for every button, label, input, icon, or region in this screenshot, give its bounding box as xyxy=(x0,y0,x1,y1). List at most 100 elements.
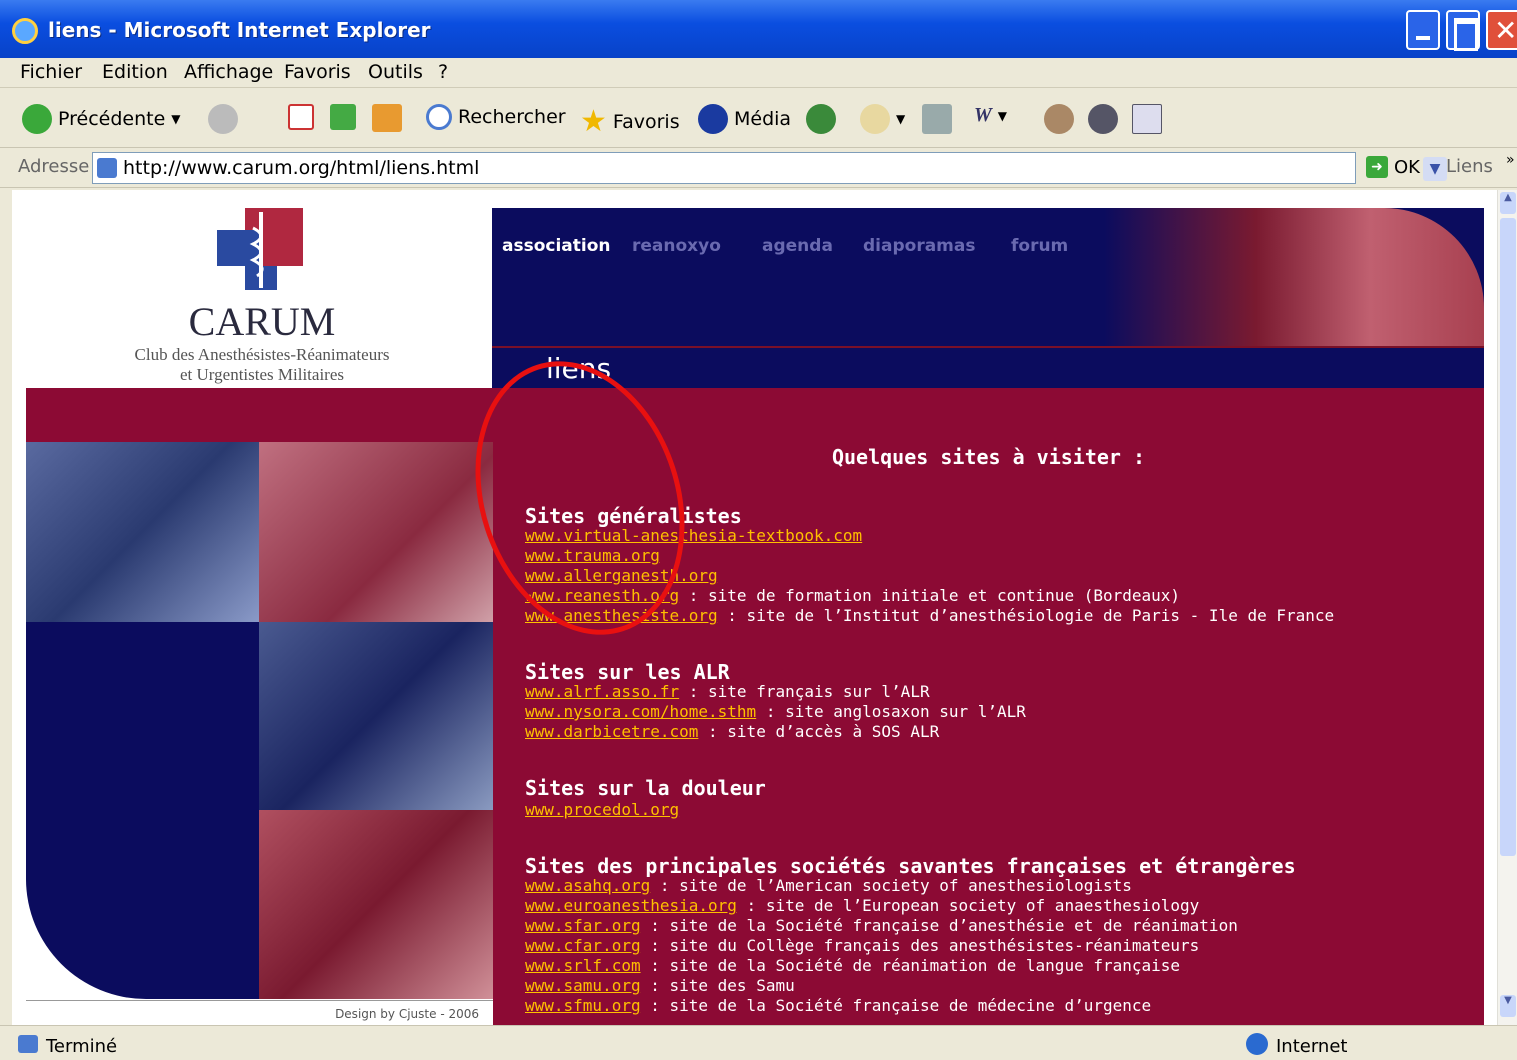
link[interactable]: www.asahq.org xyxy=(525,876,650,895)
page-icon xyxy=(18,1035,38,1053)
stop-button[interactable] xyxy=(288,104,314,130)
photo-rescue-team xyxy=(259,442,493,622)
photo-ventilation xyxy=(259,622,493,810)
edit-button[interactable]: W ▼ xyxy=(974,104,1007,127)
list-item: www.asahq.org : site de l’American socie… xyxy=(525,876,1132,895)
go-button[interactable]: ➜ OK xyxy=(1366,156,1420,178)
section-title: Sites sur la douleur xyxy=(525,776,766,800)
web-page: CARUM Club des Anesthésistes-Réanimateur… xyxy=(12,190,1497,1025)
globe-icon xyxy=(1246,1033,1268,1055)
print-icon xyxy=(922,104,952,134)
nav-reanoxyo[interactable]: reanoxyo xyxy=(632,236,721,256)
ie-logo-icon xyxy=(12,18,38,44)
star-icon: ★ xyxy=(580,104,607,139)
list-item: www.alrf.asso.fr : site français sur l’A… xyxy=(525,682,930,701)
list-item: www.procedol.org xyxy=(525,800,679,819)
minimize-button[interactable] xyxy=(1406,10,1440,50)
page-heading-bar: liens xyxy=(492,346,1484,388)
refresh-button[interactable] xyxy=(330,104,356,130)
link[interactable]: www.darbicetre.com xyxy=(525,722,698,741)
standard-toolbar: Précédente ▼ Rechercher ★ Favoris Média ▼… xyxy=(0,88,1517,148)
list-item: www.srlf.com : site de la Société de réa… xyxy=(525,956,1181,975)
discuss-icon xyxy=(1044,104,1074,134)
messenger-button[interactable] xyxy=(1088,104,1118,134)
media-icon xyxy=(698,104,728,134)
status-text: Terminé xyxy=(46,1036,118,1057)
brand-subtitle: Club des Anesthésistes-Réanimateurs et U… xyxy=(134,345,390,384)
nav-association[interactable]: association xyxy=(502,236,611,256)
menu-fichier[interactable]: Fichier xyxy=(20,61,82,83)
list-item: www.euroanesthesia.org : site de l’Europ… xyxy=(525,896,1200,915)
nav-diaporamas[interactable]: diaporamas xyxy=(863,236,975,256)
home-button[interactable] xyxy=(372,104,402,132)
link[interactable]: www.sfar.org xyxy=(525,916,641,935)
list-item: www.samu.org : site des Samu xyxy=(525,976,795,995)
menu-favoris[interactable]: Favoris xyxy=(284,61,351,83)
nav-forum[interactable]: forum xyxy=(1011,236,1068,256)
calc-button[interactable] xyxy=(1132,104,1162,134)
vertical-scrollbar[interactable]: ▲ ▼ xyxy=(1497,190,1517,1025)
link[interactable]: www.sfmu.org xyxy=(525,996,641,1015)
link[interactable]: www.srlf.com xyxy=(525,956,641,975)
surgeons-photo xyxy=(1104,208,1484,346)
menu-outils[interactable]: Outils xyxy=(368,61,423,83)
header-band xyxy=(26,388,1484,442)
scroll-up-icon[interactable]: ▲ xyxy=(1500,192,1516,214)
address-label: Adresse xyxy=(18,156,90,177)
media-button[interactable]: Média xyxy=(698,104,791,134)
search-button[interactable]: Rechercher xyxy=(426,104,566,130)
go-arrow-icon: ➜ xyxy=(1366,156,1388,178)
back-button[interactable]: Précédente ▼ xyxy=(22,104,181,134)
menu-bar: Fichier Edition Affichage Favoris Outils… xyxy=(0,58,1517,88)
search-icon xyxy=(426,104,452,130)
status-bar: Terminé Internet xyxy=(0,1025,1517,1060)
scroll-thumb[interactable] xyxy=(1500,218,1516,856)
link[interactable]: www.nysora.com/home.sthm xyxy=(525,702,756,721)
forward-button[interactable] xyxy=(208,104,238,134)
list-item: www.cfar.org : site du Collège français … xyxy=(525,936,1200,955)
list-item: www.sfmu.org : site de la Société frança… xyxy=(525,996,1152,1015)
site-navigation: association reanoxyo agenda diaporamas f… xyxy=(492,208,1484,346)
scroll-down-icon[interactable]: ▼ xyxy=(1500,995,1516,1017)
refresh-icon xyxy=(330,104,356,130)
print-button[interactable] xyxy=(922,104,952,134)
security-zone: Internet xyxy=(1276,1036,1348,1057)
section-title: Sites sur les ALR xyxy=(525,660,730,684)
menu-edition[interactable]: Edition xyxy=(102,61,168,83)
mail-button[interactable]: ▼ xyxy=(860,104,905,134)
link[interactable]: www.procedol.org xyxy=(525,800,679,819)
photo-operating-room xyxy=(26,442,259,622)
link[interactable]: www.samu.org xyxy=(525,976,641,995)
menu-affichage[interactable]: Affichage xyxy=(184,61,273,83)
maximize-button[interactable] xyxy=(1446,10,1480,51)
discuss-button[interactable] xyxy=(1044,104,1074,134)
nav-agenda[interactable]: agenda xyxy=(762,236,833,256)
design-credit: Design by Cjuste - 2006 xyxy=(26,1000,493,1025)
chevron-down-icon[interactable]: ▼ xyxy=(1423,157,1447,181)
address-input[interactable]: http://www.carum.org/html/liens.html ▼ xyxy=(92,152,1447,184)
list-item: www.nysora.com/home.sthm : site anglosax… xyxy=(525,702,1026,721)
favorites-button[interactable]: ★ Favoris xyxy=(580,104,680,139)
link[interactable]: www.cfar.org xyxy=(525,936,641,955)
list-item: www.sfar.org : site de la Société frança… xyxy=(525,916,1238,935)
link[interactable]: www.alrf.asso.fr xyxy=(525,682,679,701)
calculator-icon xyxy=(1132,104,1162,134)
caduceus-cross-logo xyxy=(217,208,303,290)
mail-icon xyxy=(860,104,890,134)
word-icon: W xyxy=(974,104,992,126)
menu-help[interactable]: ? xyxy=(438,61,448,83)
close-button[interactable] xyxy=(1486,10,1517,50)
window-title: liens - Microsoft Internet Explorer xyxy=(48,18,431,42)
link[interactable]: www.euroanesthesia.org xyxy=(525,896,737,915)
history-button[interactable] xyxy=(806,104,836,134)
photo-patient-care xyxy=(259,810,493,999)
links-toolbar[interactable]: Liens xyxy=(1446,156,1493,177)
brand-name: CARUM xyxy=(188,299,336,344)
title-bar: liens - Microsoft Internet Explorer xyxy=(0,0,1517,58)
home-icon xyxy=(372,104,402,132)
address-url: http://www.carum.org/html/liens.html xyxy=(123,157,480,179)
list-item: www.darbicetre.com : site d’accès à SOS … xyxy=(525,722,940,741)
chevron-right-icon[interactable]: » xyxy=(1506,152,1515,168)
page-icon xyxy=(97,158,117,178)
back-arrow-icon xyxy=(22,104,52,134)
